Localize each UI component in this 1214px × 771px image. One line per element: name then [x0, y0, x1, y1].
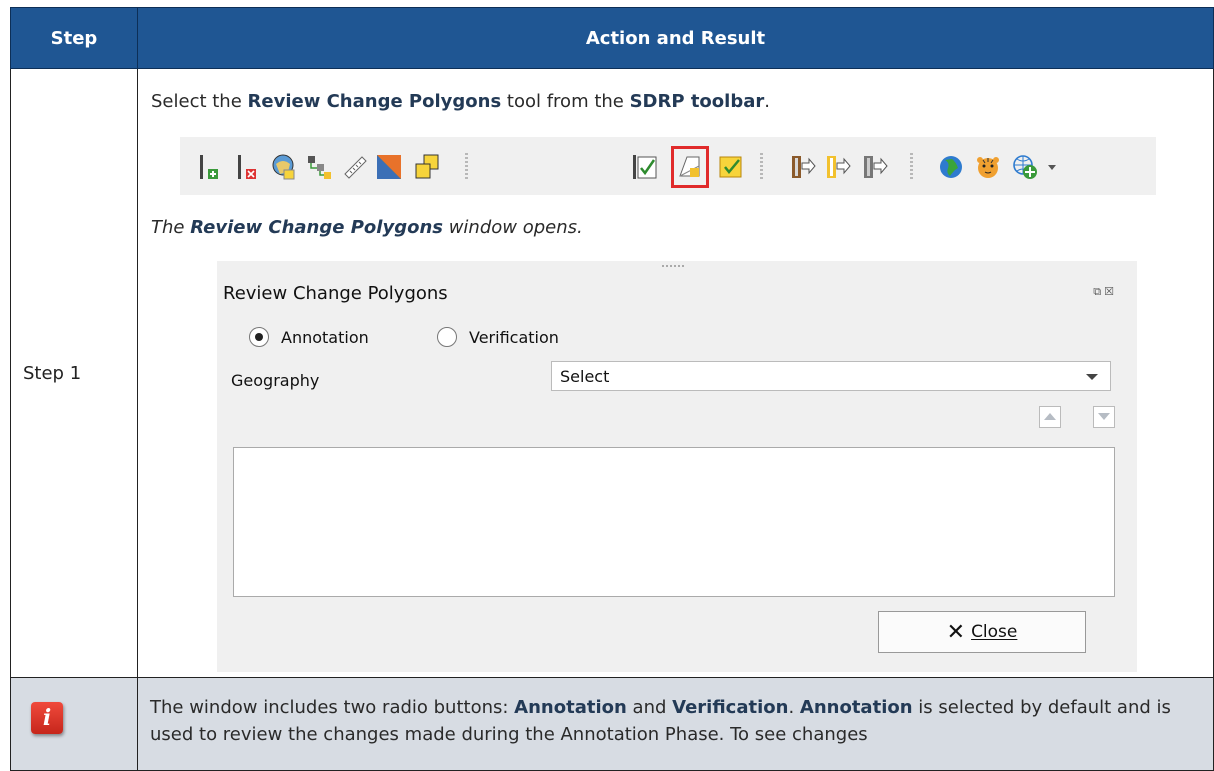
note-text-3: . — [788, 697, 800, 718]
delete-line-icon[interactable] — [236, 154, 262, 180]
chevron-down-icon — [1086, 374, 1098, 380]
arrow-down-icon — [1098, 413, 1110, 420]
copy-icon[interactable] — [414, 154, 440, 180]
close-button-label: Close — [971, 622, 1018, 642]
note-text: The window includes two radio buttons: A… — [138, 678, 1213, 748]
tool-highlight — [671, 146, 709, 188]
add-line-icon[interactable] — [198, 154, 224, 180]
close-icon[interactable]: ☒ — [1104, 285, 1117, 298]
dialog-title: Review Change Polygons — [223, 283, 448, 304]
review-change-polygons-dialog: Review Change Polygons ⧉☒ Annotation Ver… — [217, 261, 1137, 672]
geography-select[interactable]: Select — [551, 361, 1111, 391]
radio-unselected-icon[interactable] — [437, 327, 457, 347]
export-3-icon[interactable] — [862, 154, 888, 180]
note-text-2: and — [626, 697, 673, 718]
geography-label: Geography — [231, 371, 320, 390]
polygon-list[interactable] — [233, 447, 1115, 597]
result-text: The Review Change Polygons window opens. — [151, 217, 583, 238]
toolbar-separator — [465, 153, 468, 181]
note-icon-cell: i — [10, 677, 138, 771]
note-bold-3: Annotation — [799, 697, 913, 718]
toolbar-separator — [910, 153, 913, 181]
verify-check-icon[interactable] — [632, 154, 658, 180]
add-web-service-icon[interactable] — [1012, 154, 1038, 180]
note-text-1: The window includes two radio buttons: — [150, 697, 515, 718]
geography-select-value: Select — [560, 367, 610, 386]
close-button[interactable]: ✕ Close — [878, 611, 1086, 653]
instruction-text: Select the Review Change Polygons tool f… — [151, 91, 770, 112]
globe-icon[interactable] — [938, 154, 964, 180]
tool-name: Review Change Polygons — [247, 91, 502, 112]
checklist-icon[interactable] — [718, 154, 744, 180]
export-icon[interactable] — [790, 154, 816, 180]
step-row: Step 1 Select the Review Change Polygons… — [10, 68, 1214, 678]
instruction-middle: tool from the — [501, 91, 630, 112]
radio-verification-label: Verification — [469, 327, 559, 347]
float-icon[interactable]: ⧉ — [1093, 285, 1104, 298]
action-cell: Select the Review Change Polygons tool f… — [137, 68, 1214, 678]
result-window-name: Review Change Polygons — [190, 217, 443, 238]
steps-table: Step Action and Result Step 1 Select the… — [10, 7, 1214, 771]
radio-verification[interactable]: Verification — [437, 327, 559, 347]
dock-controls: ⧉☒ — [1093, 285, 1117, 299]
toolbar-name: SDRP toolbar — [629, 91, 765, 112]
header-action: Action and Result — [137, 7, 1214, 69]
tiger-icon[interactable] — [975, 154, 1001, 180]
result-prefix: The — [151, 217, 191, 238]
step-label: Step 1 — [10, 68, 138, 678]
polygon-icon[interactable] — [376, 154, 402, 180]
move-down-button[interactable] — [1093, 406, 1115, 428]
note-cell: The window includes two radio buttons: A… — [137, 677, 1214, 771]
export-2-icon[interactable] — [825, 154, 851, 180]
radio-annotation-label: Annotation — [281, 327, 369, 347]
result-suffix: window opens. — [442, 217, 583, 238]
radio-annotation[interactable]: Annotation — [249, 327, 369, 347]
radio-selected-icon[interactable] — [249, 327, 269, 347]
measure-icon[interactable] — [342, 154, 368, 180]
close-x-icon: ✕ — [946, 619, 966, 645]
instruction-suffix: . — [764, 91, 770, 112]
table-header-row: Step Action and Result — [10, 7, 1214, 69]
info-icon: i — [31, 702, 63, 734]
note-bold-1: Annotation — [514, 697, 627, 718]
header-step: Step — [10, 7, 138, 69]
arrow-up-icon — [1044, 413, 1056, 420]
move-up-button[interactable] — [1039, 406, 1061, 428]
dropdown-arrow-icon[interactable] — [1046, 154, 1058, 180]
tree-icon[interactable] — [306, 154, 332, 180]
sdrp-toolbar — [180, 137, 1156, 195]
instruction-prefix: Select the — [151, 91, 248, 112]
map-tool-icon[interactable] — [270, 154, 296, 180]
note-bold-2: Verification — [672, 697, 789, 718]
dock-grip[interactable] — [662, 265, 686, 267]
note-row: i The window includes two radio buttons:… — [10, 677, 1214, 771]
toolbar-separator — [760, 153, 763, 181]
